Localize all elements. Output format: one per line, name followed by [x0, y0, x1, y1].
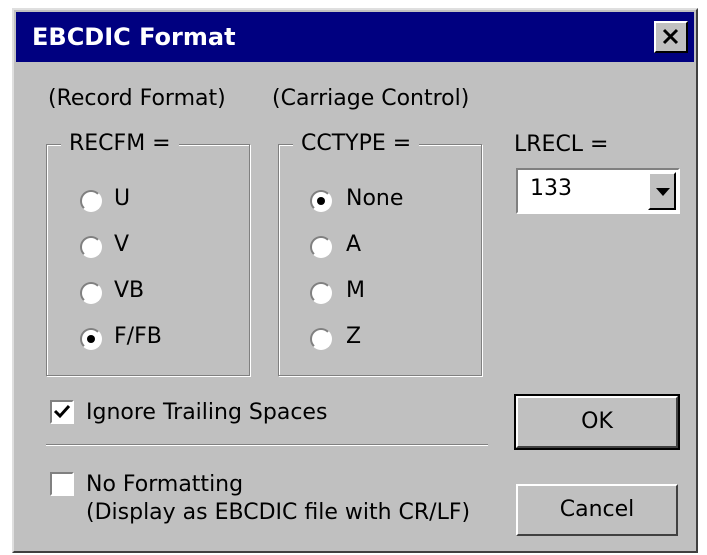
title-bar[interactable]: EBCDIC Format [16, 12, 694, 62]
recfm-legend: RECFM = [61, 129, 179, 159]
recfm-radio-u[interactable] [80, 190, 102, 212]
cctype-option-label: M [346, 278, 365, 303]
cctype-radio-m[interactable] [310, 282, 332, 304]
separator [46, 444, 488, 446]
recfm-option-label: U [114, 186, 131, 211]
cctype-group: CCTYPE = [278, 129, 482, 376]
cctype-radio-none[interactable] [310, 190, 332, 212]
cctype-radio-z[interactable] [310, 328, 332, 350]
recfm-radio-v[interactable] [80, 236, 102, 258]
recfm-option-label: V [114, 232, 130, 257]
cctype-radio-a[interactable] [310, 236, 332, 258]
recfm-option-label: VB [114, 278, 145, 303]
cancel-button[interactable]: Cancel [516, 484, 678, 536]
checkmark-icon [53, 404, 71, 419]
lrecl-value: 133 [530, 176, 572, 201]
lrecl-dropdown-button[interactable] [648, 172, 676, 210]
lrecl-label: LRECL = [514, 132, 609, 157]
close-button[interactable] [654, 21, 688, 53]
carriage-control-label: (Carriage Control) [272, 86, 470, 111]
ignore-trailing-spaces-checkbox[interactable] [50, 400, 74, 424]
lrecl-combobox[interactable]: 133 [516, 168, 680, 214]
cctype-option-label: A [346, 232, 362, 257]
ok-button[interactable]: OK [514, 394, 680, 450]
cctype-legend: CCTYPE = [293, 129, 420, 159]
dialog-title: EBCDIC Format [32, 23, 236, 51]
no-formatting-label: No Formatting [86, 472, 244, 497]
ignore-trailing-spaces-label: Ignore Trailing Spaces [86, 400, 328, 425]
cctype-option-label: Z [346, 324, 362, 349]
record-format-label: (Record Format) [48, 86, 226, 111]
cctype-option-label: None [346, 186, 404, 211]
no-formatting-sublabel: (Display as EBCDIC file with CR/LF) [86, 500, 471, 525]
close-icon [662, 28, 679, 45]
recfm-radio-vb[interactable] [80, 282, 102, 304]
recfm-option-label: F/FB [114, 324, 162, 349]
no-formatting-checkbox[interactable] [50, 472, 74, 496]
recfm-radio-ffb[interactable] [80, 328, 102, 350]
ebcdic-format-dialog: EBCDIC Format (Record Format) (Carriage … [12, 8, 698, 553]
